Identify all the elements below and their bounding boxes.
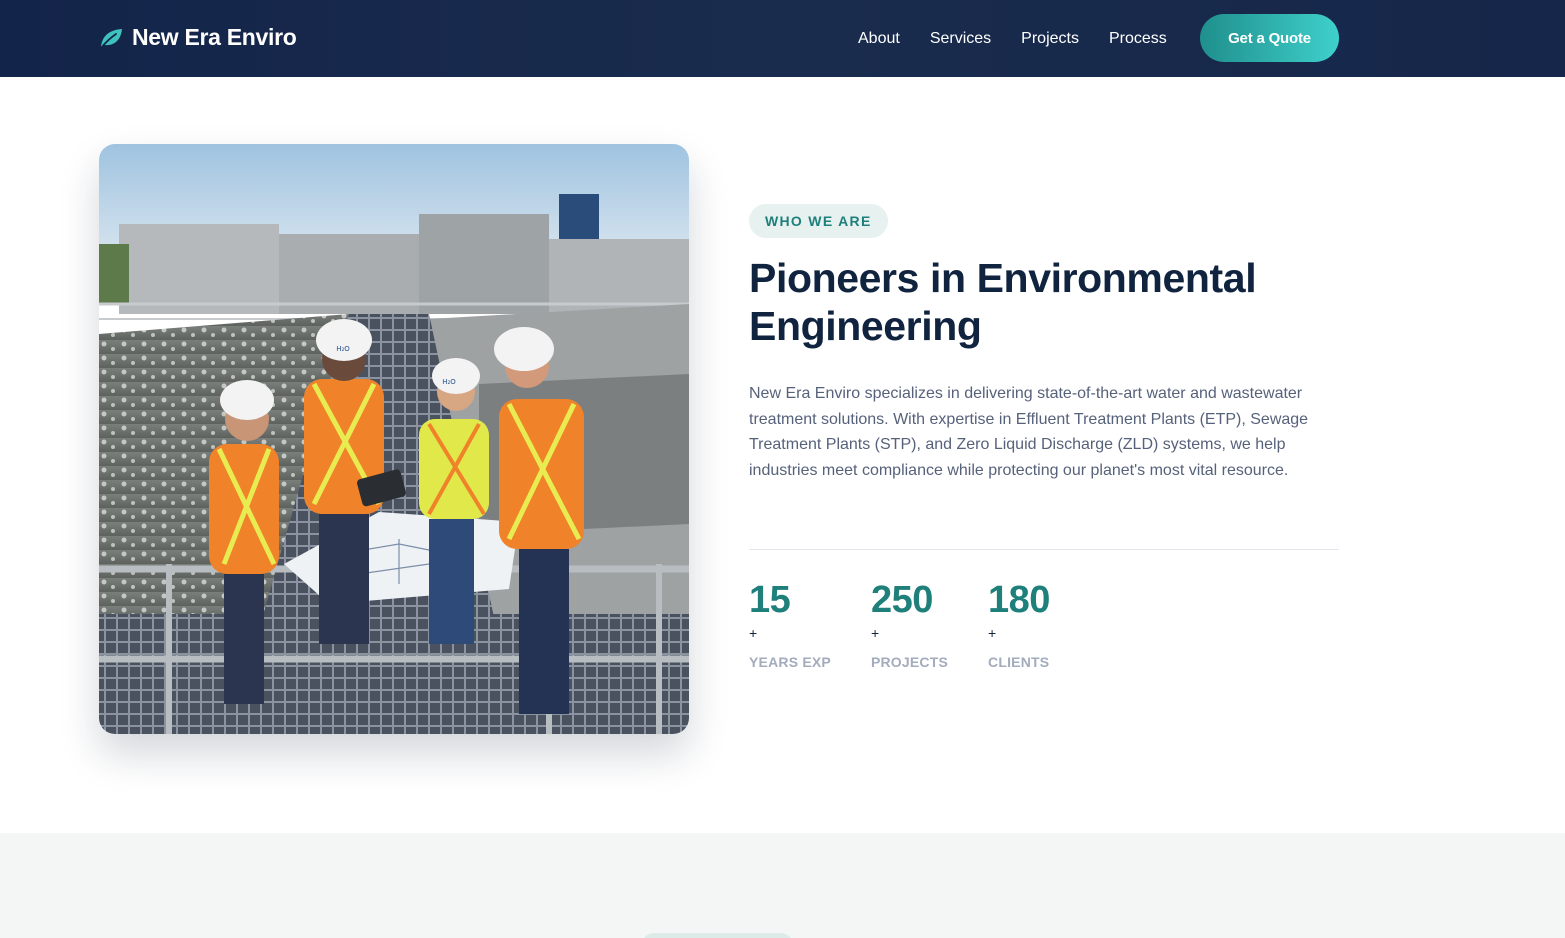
stat-suffix: + <box>749 625 758 641</box>
nav-link-services[interactable]: Services <box>930 30 991 48</box>
get-quote-button[interactable]: Get a Quote <box>1200 14 1339 62</box>
section-headline: Pioneers in Environmental Engineering <box>749 254 1349 350</box>
brand-name: New Era Enviro <box>132 24 297 50</box>
stats-divider <box>749 549 1339 550</box>
nav-link-about[interactable]: About <box>858 30 900 48</box>
stat-years: 15 + YEARS EXP <box>749 578 831 670</box>
section-description: New Era Enviro specializes in delivering… <box>749 385 1309 479</box>
next-section <box>0 833 1565 938</box>
headline-line-2: Engineering <box>749 303 982 349</box>
stat-label: YEARS EXP <box>749 654 831 670</box>
about-photo: H₂O H₂O <box>99 144 689 734</box>
main-nav: About Services Projects Process <box>858 0 1167 77</box>
stats-row: 15 + YEARS EXP 250 + PROJECTS 180 + CLIE… <box>749 578 1090 670</box>
nav-link-process[interactable]: Process <box>1109 30 1167 48</box>
brand-logo[interactable]: New Era Enviro <box>98 24 297 51</box>
stat-value: 250 <box>870 579 933 621</box>
stat-label: PROJECTS <box>870 654 949 670</box>
helmet-logo: H₂O <box>336 345 350 353</box>
nav-link-projects[interactable]: Projects <box>1021 30 1079 48</box>
leaf-icon <box>100 28 122 49</box>
stat-clients: 180 + CLIENTS <box>988 578 1050 670</box>
stat-value: 15 <box>749 579 791 621</box>
engineers-at-treatment-plant-image: H₂O H₂O <box>99 144 689 734</box>
next-section-eyebrow-badge <box>640 933 795 938</box>
helmet-logo: H₂O <box>442 378 456 386</box>
stat-projects: 250 + PROJECTS <box>871 578 948 670</box>
site-header: New Era Enviro About Services Projects P… <box>0 0 1565 77</box>
stat-value: 180 <box>988 579 1050 621</box>
section-eyebrow-badge: WHO WE ARE <box>749 204 888 238</box>
stat-suffix: + <box>870 625 880 641</box>
stat-label: CLIENTS <box>988 654 1050 670</box>
headline-line-1: Pioneers in Environmental <box>749 255 1257 301</box>
stat-suffix: + <box>988 625 997 641</box>
